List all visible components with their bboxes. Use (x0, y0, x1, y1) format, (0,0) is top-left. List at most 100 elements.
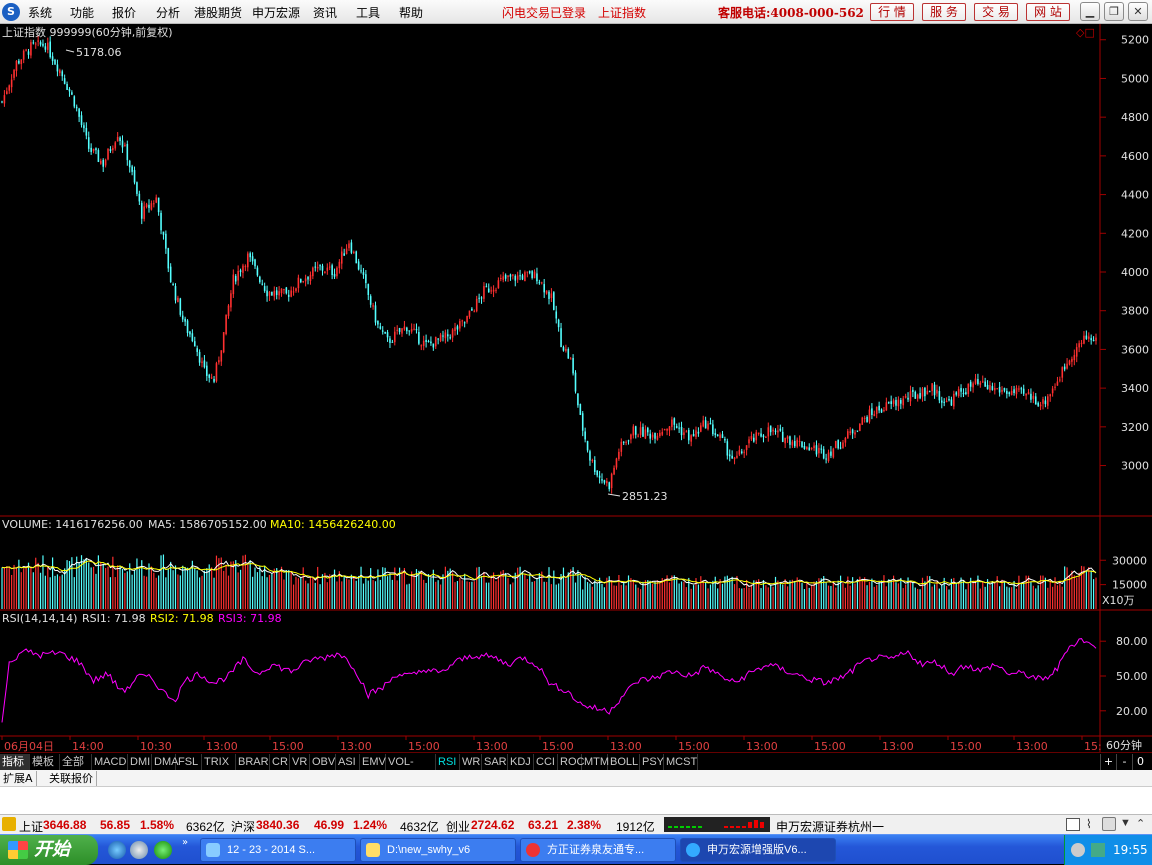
indicator-tab-vr[interactable]: VR (290, 754, 310, 770)
candle-body (577, 393, 579, 406)
indicator-tab-cr[interactable]: CR (270, 754, 290, 770)
task-swhy[interactable]: 申万宏源增强版V6... (680, 838, 836, 862)
shield-icon[interactable]: ▼ (1120, 817, 1131, 829)
app-quicklaunch-icon[interactable] (154, 841, 172, 859)
candle-body (497, 280, 500, 289)
indicator-tab-trix[interactable]: TRIX (202, 754, 236, 770)
indicator-tab-mtm[interactable]: MTM (582, 754, 609, 770)
indicator-tab-sar[interactable]: SAR (482, 754, 508, 770)
candle-body (97, 150, 100, 162)
indicator-tab-asi[interactable]: ASI (336, 754, 360, 770)
time-tick-label: 13:00 (882, 740, 914, 752)
menu-hk-futures[interactable]: 港股期货 (194, 4, 242, 21)
layout-icon[interactable] (1066, 818, 1080, 831)
candle-body (273, 291, 276, 297)
price-tick-label: 3200 (1121, 421, 1149, 434)
candle-body (1003, 388, 1006, 391)
task-browser[interactable]: 12 - 23 - 2014 S... (200, 838, 356, 862)
candle-body (540, 282, 543, 284)
ticker-icon[interactable] (2, 817, 16, 831)
menu-quote[interactable]: 报价 (112, 4, 136, 21)
signal-icon[interactable]: ⌇ (1086, 817, 1092, 831)
indicator-tab-boll[interactable]: BOLL (608, 754, 640, 770)
time-tick-label: 13:00 (746, 740, 778, 752)
minimize-icon[interactable]: ▁ (1080, 2, 1100, 21)
sh-change: 56.85 (100, 818, 131, 832)
clock[interactable]: 19:55 (1113, 835, 1148, 865)
candle-body (367, 284, 370, 295)
candle-body (668, 426, 671, 431)
reset-indicator-button[interactable]: 0 (1132, 754, 1148, 770)
candle-body (892, 400, 895, 404)
task-fangzheng[interactable]: 方正证券泉友通专... (520, 838, 676, 862)
menu-help[interactable]: 帮助 (399, 4, 423, 21)
candle-body (726, 441, 729, 456)
remove-indicator-button[interactable]: - (1116, 754, 1132, 770)
menu-swhy[interactable]: 申万宏源 (252, 4, 300, 21)
candle-body (516, 275, 519, 280)
candle-body (314, 266, 317, 268)
indicator-tab-brar[interactable]: BRAR (236, 754, 270, 770)
system-tray: 19:55 (1064, 835, 1152, 865)
indicator-tab-psy[interactable]: PSY (640, 754, 664, 770)
tab-related-quote[interactable]: 关联报价 (46, 771, 97, 786)
kline-chart[interactable]: 5200 5000 4800 4600 4400 4200 4000 3800 3600 3400… (0, 24, 1152, 752)
tab-ext-a[interactable]: 扩展A (0, 771, 37, 786)
menu-news[interactable]: 资讯 (313, 4, 337, 21)
candle-body (121, 140, 124, 148)
service-button[interactable]: 服 务 (922, 3, 966, 21)
indicator-tab-fsl[interactable]: FSL (176, 754, 202, 770)
quicklaunch-expand-icon[interactable]: » (182, 837, 188, 848)
network-icon[interactable] (1071, 843, 1085, 857)
period-label[interactable]: 60分钟 (1106, 738, 1142, 752)
menu-bar: S 系统 功能 报价 分析 港股期货 申万宏源 资讯 工具 帮助 闪电交易已登录… (0, 0, 1152, 24)
menu-function[interactable]: 功能 (70, 4, 94, 21)
candle-body (685, 431, 688, 433)
menu-tools[interactable]: 工具 (356, 4, 380, 21)
candle-body (278, 291, 280, 296)
candle-body (851, 429, 854, 434)
indicator-tab-cci[interactable]: CCI (534, 754, 558, 770)
tray-expand-icon[interactable]: ⌃ (1136, 817, 1145, 830)
indicator-tab-dmi[interactable]: DMI (128, 754, 152, 770)
close-icon[interactable]: ✕ (1128, 2, 1148, 21)
start-button[interactable]: 开始 (0, 835, 98, 865)
indicator-tab-obv[interactable]: OBV (310, 754, 336, 770)
chart-options-icon[interactable]: ◇□ (1076, 26, 1095, 39)
indicator-tab-emv[interactable]: EMV (360, 754, 386, 770)
indicator-tab-mcst[interactable]: MCST (664, 754, 698, 770)
ie-icon[interactable] (108, 841, 126, 859)
indicator-tab-模板[interactable]: 模板 (30, 754, 60, 770)
market-button[interactable]: 行 情 (870, 3, 914, 21)
candle-body (793, 440, 796, 447)
indicator-tab-全部[interactable]: 全部 (60, 754, 92, 770)
candle-body (649, 433, 652, 439)
hs-pct: 1.24% (353, 818, 388, 832)
indicator-tab-roc[interactable]: ROC (558, 754, 584, 770)
indicator-tab-dma[interactable]: DMA (152, 754, 178, 770)
task-folder[interactable]: D:\new_swhy_v6 (360, 838, 516, 862)
candle-body (736, 455, 738, 458)
lock-icon[interactable] (1102, 817, 1116, 831)
menu-analysis[interactable]: 分析 (156, 4, 180, 21)
indicator-tab-kdj[interactable]: KDJ (508, 754, 534, 770)
security-icon[interactable] (1091, 843, 1105, 857)
desktop-icon[interactable] (130, 841, 148, 859)
indicator-tab-macd[interactable]: MACD (92, 754, 128, 770)
add-indicator-button[interactable]: + (1100, 754, 1116, 770)
candle-body (203, 360, 206, 368)
menu-system[interactable]: 系统 (28, 4, 52, 21)
candle-body (1020, 388, 1023, 390)
candle-body (844, 437, 847, 443)
indicator-tab-指标[interactable]: 指标 (0, 754, 30, 770)
trade-button[interactable]: 交 易 (974, 3, 1018, 21)
hs-value: 3840.36 (256, 818, 300, 832)
website-button[interactable]: 网 站 (1026, 3, 1070, 21)
restore-icon[interactable]: ❐ (1104, 2, 1124, 21)
indicator-tab-vol-tdx[interactable]: VOL-TDX (386, 754, 436, 784)
indicator-tab-rsi[interactable]: RSI (436, 754, 460, 770)
candle-body (365, 274, 367, 284)
candle-body (731, 455, 733, 459)
indicator-tab-wr[interactable]: WR (460, 754, 482, 770)
candle-body (485, 286, 488, 288)
